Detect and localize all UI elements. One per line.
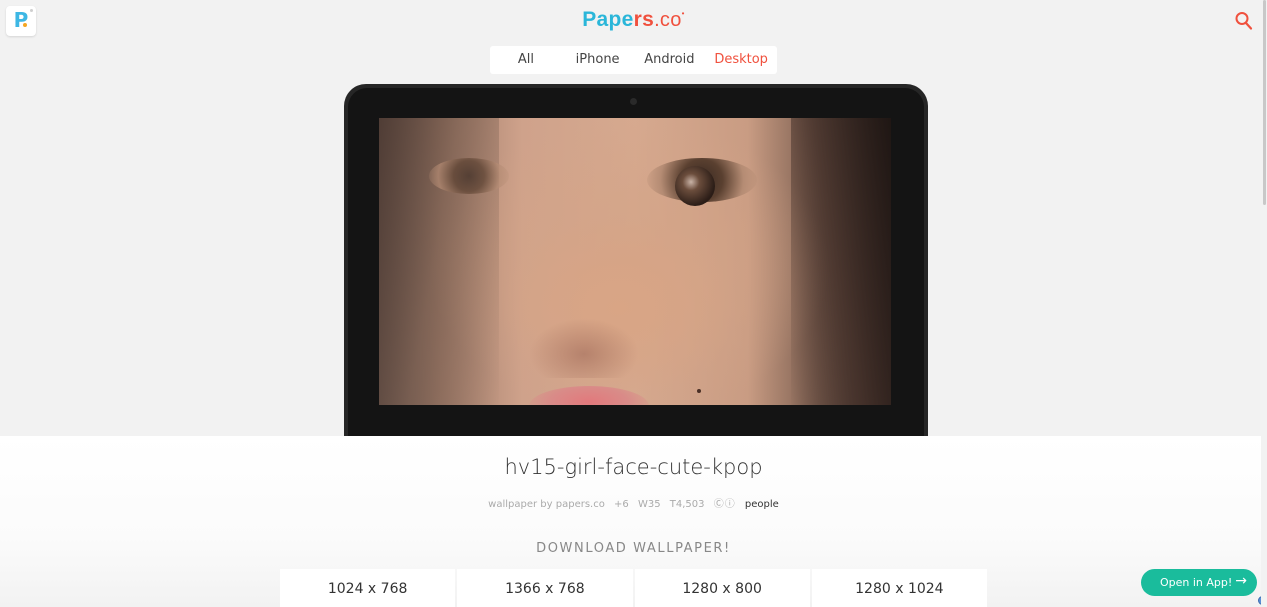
license-icon[interactable]: Ⓒⓘ (714, 499, 736, 510)
brand-part-3: .co (654, 9, 682, 31)
preview-lips (529, 386, 649, 405)
scrollbar[interactable] (1261, 0, 1267, 607)
preview-nose (529, 318, 639, 378)
w-count: W35 (637, 499, 661, 510)
t-count: T4,503 (669, 499, 705, 510)
size-button-1280x1024[interactable]: 1280 x 1024 (811, 569, 987, 607)
search-button[interactable] (1235, 11, 1253, 31)
download-sizes: 1024 x 768 1366 x 768 1280 x 800 1280 x … (280, 569, 987, 607)
site-brand[interactable]: Papers.co• (0, 8, 1267, 32)
wallpaper-preview[interactable] (379, 118, 891, 405)
laptop-bezel (348, 88, 924, 444)
brand-part-2: rs (633, 8, 655, 31)
size-button-1280x800[interactable]: 1280 x 800 (634, 569, 810, 607)
open-in-app-button[interactable]: Open in App! → (1141, 569, 1257, 596)
wallpaper-meta: wallpaper by papers.co +6 W35 T4,503 Ⓒⓘ … (0, 495, 1267, 510)
open-in-app-label: Open in App! (1160, 576, 1233, 589)
tab-all[interactable]: All (490, 46, 562, 74)
preview-mole (697, 389, 701, 393)
preview-iris (675, 166, 715, 206)
brand-part-1: Pape (582, 8, 634, 31)
category-tag[interactable]: people (745, 499, 779, 510)
scrollbar-thumb[interactable] (1263, 0, 1266, 205)
size-button-1024x768[interactable]: 1024 x 768 (280, 569, 456, 607)
download-heading: DOWNLOAD WALLPAPER! (536, 541, 731, 556)
plus-count[interactable]: +6 (614, 499, 629, 510)
device-tabs: All iPhone Android Desktop (490, 46, 777, 74)
tab-iphone[interactable]: iPhone (562, 46, 634, 74)
wallpaper-title: hv15-girl-face-cute-kpop (504, 455, 763, 479)
size-button-1366x768[interactable]: 1366 x 768 (457, 569, 633, 607)
arrow-right-icon: → (1235, 573, 1247, 589)
brand-dot: • (681, 9, 685, 18)
preview-eye-left (429, 158, 509, 194)
camera-icon (630, 98, 637, 105)
preview-hair-right (791, 118, 891, 405)
laptop-frame (344, 84, 928, 444)
tab-android[interactable]: Android (634, 46, 706, 74)
tab-desktop[interactable]: Desktop (705, 46, 777, 74)
credit-text[interactable]: wallpaper by papers.co (488, 499, 605, 510)
search-icon (1235, 12, 1253, 30)
